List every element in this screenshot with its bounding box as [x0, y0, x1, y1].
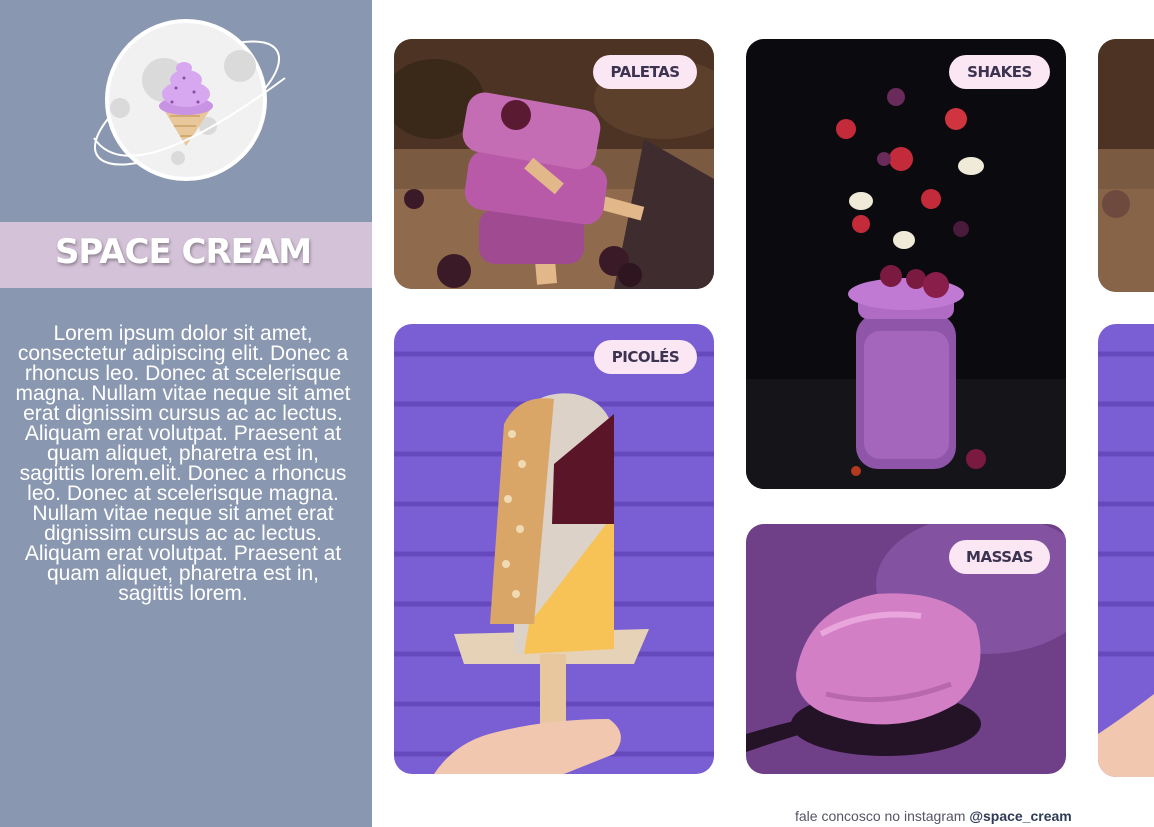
category-card-shakes[interactable]: SHAKES: [746, 39, 1066, 489]
sidebar: SPACE CREAM Lorem ipsum dolor sit amet, …: [0, 0, 372, 827]
category-label-massas[interactable]: MASSAS: [949, 540, 1050, 574]
peek-photo: [1098, 324, 1154, 777]
category-card-peek[interactable]: [1098, 324, 1154, 777]
category-card-peek[interactable]: [1098, 39, 1154, 292]
instagram-footer: fale concosco no instagram @space_cream: [795, 808, 1072, 824]
peek-photo: [1098, 39, 1154, 292]
brand-title: SPACE CREAM: [54, 232, 312, 272]
instagram-handle-link[interactable]: @space_cream: [969, 808, 1071, 824]
category-label-picoles[interactable]: PICOLÉS: [594, 340, 697, 374]
category-card-paletas[interactable]: PALETAS: [394, 39, 714, 289]
shakes-photo: [746, 39, 1066, 489]
category-label-shakes[interactable]: SHAKES: [949, 55, 1050, 89]
picoles-photo: [394, 324, 714, 774]
category-card-picoles[interactable]: PICOLÉS: [394, 324, 714, 774]
footer-text: fale concosco no instagram: [795, 808, 966, 824]
category-label-paletas[interactable]: PALETAS: [593, 55, 697, 89]
about-text: Lorem ipsum dolor sit amet, consectetur …: [15, 322, 351, 605]
category-card-massas[interactable]: MASSAS: [746, 524, 1066, 774]
ice-cream-planet-logo-icon: [93, 19, 286, 181]
